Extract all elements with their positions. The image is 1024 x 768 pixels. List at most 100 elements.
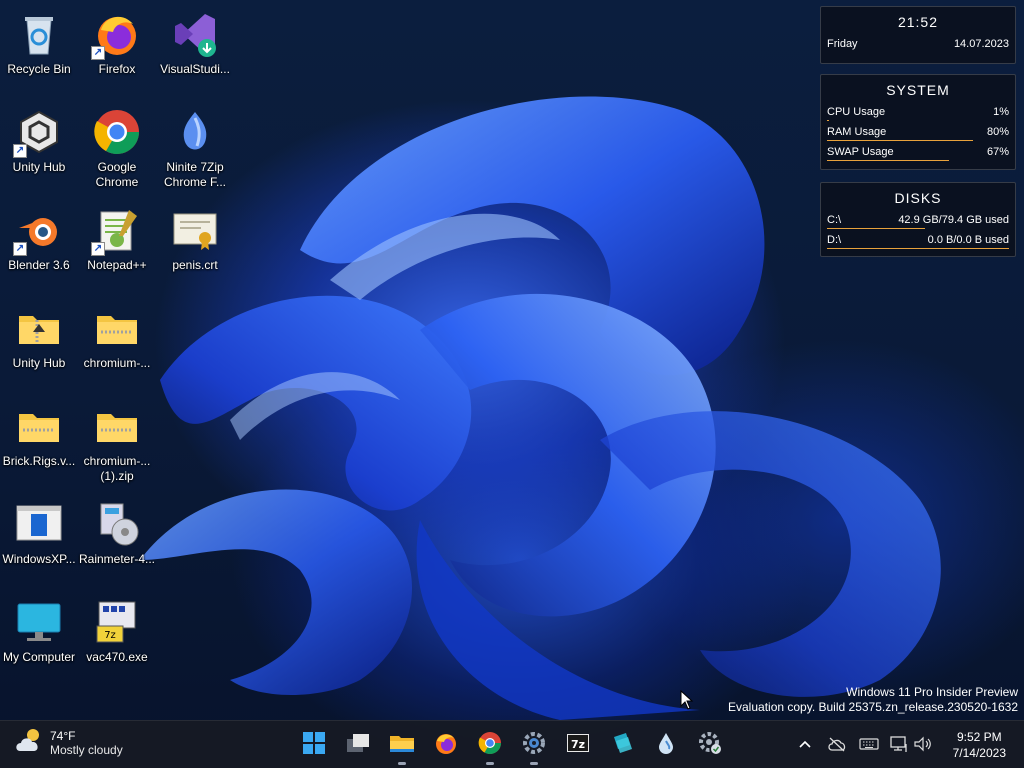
desktop-icon-windowsxp[interactable]: WindowsXP...	[0, 494, 78, 586]
widget-row-value: 80%	[986, 126, 1009, 138]
desktop-icon-brick-rigs-zip[interactable]: Brick.Rigs.v...	[0, 396, 78, 488]
desktop-icon-chromium-1-zip[interactable]: chromium-... (1).zip	[78, 396, 156, 488]
rainmeter-button[interactable]	[646, 725, 686, 765]
usage-bar	[827, 248, 1009, 249]
clock-widget: 21:52 Friday 14.07.2023	[820, 6, 1016, 64]
7zip-button[interactable]: 7z	[558, 725, 598, 765]
desktop-icon-notepad-plus-plus[interactable]: ↗ Notepad++	[78, 200, 156, 292]
widget-row-value: 1%	[993, 106, 1009, 118]
visual-studio-icon	[171, 10, 219, 58]
task-view-button[interactable]	[338, 725, 378, 765]
monitor-icon	[15, 598, 63, 646]
widget-clock-date: 14.07.2023	[953, 38, 1009, 50]
unity-hub-icon: ↗	[13, 108, 63, 158]
desktop-icon-unity-hub-zip[interactable]: Unity Hub	[0, 298, 78, 390]
show-hidden-icons-chevron-icon[interactable]	[794, 733, 816, 755]
desktop-icon-visual-studio[interactable]: VisualStudi...	[156, 4, 234, 96]
running-indicator	[486, 762, 494, 765]
7zip-icon: 7z	[566, 731, 590, 760]
system-widget: SYSTEM CPU Usage 1% RAM Usage 80% SWAP U…	[820, 74, 1016, 170]
icon-label: My Computer	[2, 650, 76, 664]
icon-label: Blender 3.6	[8, 258, 70, 272]
windows-logo-icon	[302, 731, 326, 760]
usage-bar	[827, 228, 925, 229]
weather-temp: 74°F	[50, 728, 76, 743]
network-icon[interactable]	[888, 733, 910, 755]
taskbar-date: 7/14/2023	[952, 746, 1006, 760]
icon-label: VisualStudi...	[160, 62, 230, 76]
widget-row-cpu: CPU Usage 1%	[821, 102, 1015, 122]
chrome-button[interactable]	[470, 725, 510, 765]
volume-icon[interactable]	[912, 733, 934, 755]
installer-icon	[93, 500, 141, 548]
firefox-button[interactable]	[426, 725, 466, 765]
usage-bar	[827, 160, 949, 161]
setup-exe-icon: 7z	[93, 598, 141, 646]
weather-condition: Mostly cloudy	[50, 742, 123, 757]
widget-row-label: D:\	[827, 234, 842, 246]
file-explorer-button[interactable]	[382, 725, 422, 765]
task-view-icon	[345, 731, 371, 760]
cloud-offline-icon[interactable]	[826, 733, 848, 755]
widget-clock-time: 21:52	[897, 14, 939, 30]
icon-label: Firefox	[98, 62, 136, 76]
keyboard-icon[interactable]	[858, 733, 880, 755]
mouse-cursor-icon	[680, 689, 694, 715]
watermark-line-1: Windows 11 Pro Insider Preview	[846, 685, 1018, 699]
desktop-icon-vac470[interactable]: 7z vac470.exe	[78, 592, 156, 684]
desktop-icon-recycle-bin[interactable]: Recycle Bin	[0, 4, 78, 96]
disks-widget: DISKS C:\ 42.9 GB/79.4 GB used D:\ 0.0 B…	[820, 182, 1016, 257]
widget-row-value: 42.9 GB/79.4 GB used	[898, 214, 1009, 226]
zip-folder-icon	[15, 304, 63, 352]
icon-label: Ninite 7Zip Chrome F...	[163, 160, 226, 189]
gear-check-icon	[698, 731, 722, 760]
desktop-icon-firefox[interactable]: ↗ Firefox	[78, 4, 156, 96]
icon-label: vac470.exe	[86, 650, 148, 664]
teal-app-icon	[610, 731, 634, 760]
start-button[interactable]	[294, 725, 334, 765]
chrome-icon	[93, 108, 141, 156]
widget-row-label: C:\	[827, 214, 842, 226]
control-button[interactable]	[690, 725, 730, 765]
window-app-icon	[15, 500, 63, 548]
watermark-line-2: Evaluation copy. Build 25375.zn_release.…	[728, 700, 1018, 714]
firefox-icon: ↗	[91, 10, 141, 60]
desktop-icon-google-chrome[interactable]: Google Chrome	[78, 102, 156, 194]
svg-text:7z: 7z	[104, 630, 116, 641]
shortcut-arrow-icon: ↗	[13, 144, 27, 158]
app-button[interactable]	[602, 725, 642, 765]
desktop-icon-unity-hub[interactable]: ↗ Unity Hub	[0, 102, 78, 194]
chrome-icon	[478, 731, 502, 760]
widget-row-label: CPU Usage	[827, 106, 886, 118]
shortcut-arrow-icon: ↗	[91, 242, 105, 256]
running-indicator	[398, 762, 406, 765]
zip-folder-icon	[93, 304, 141, 352]
desktop-icon-ninite[interactable]: Ninite 7Zip Chrome F...	[156, 102, 234, 194]
svg-text:7z: 7z	[571, 738, 585, 751]
desktop-icon-my-computer[interactable]: My Computer	[0, 592, 78, 684]
widget-row-label: SWAP Usage	[827, 146, 894, 158]
zip-folder-icon	[15, 402, 63, 450]
usage-bar	[827, 120, 829, 121]
weather-widget[interactable]: 74°F Mostly cloudy	[14, 727, 123, 758]
icon-label: penis.crt	[172, 258, 218, 272]
folder-icon	[389, 731, 415, 760]
widget-row-disk-d: D:\ 0.0 B/0.0 B used	[821, 230, 1015, 250]
settings-button[interactable]	[514, 725, 554, 765]
desktop-icon-certificate[interactable]: penis.crt	[156, 200, 234, 292]
widget-system-title: SYSTEM	[886, 82, 950, 98]
icon-label: Notepad++	[87, 258, 147, 272]
desktop-icon-chromium-zip[interactable]: chromium-...	[78, 298, 156, 390]
shortcut-arrow-icon: ↗	[13, 242, 27, 256]
icon-label: Rainmeter-4...	[78, 552, 156, 566]
icon-label: chromium-...	[83, 356, 151, 370]
desktop-icon-blender[interactable]: ↗ Blender 3.6	[0, 200, 78, 292]
widget-row-value: 67%	[986, 146, 1009, 158]
desktop-icon-rainmeter-installer[interactable]: Rainmeter-4...	[78, 494, 156, 586]
cloud-icon	[14, 727, 44, 758]
widget-row-value: 0.0 B/0.0 B used	[927, 234, 1009, 246]
ninite-icon	[171, 108, 219, 156]
widget-clock-date-row: Friday 14.07.2023	[821, 34, 1015, 54]
taskbar-clock[interactable]: 9:52 PM 7/14/2023	[953, 729, 1006, 761]
settings-gear-icon	[522, 731, 546, 760]
